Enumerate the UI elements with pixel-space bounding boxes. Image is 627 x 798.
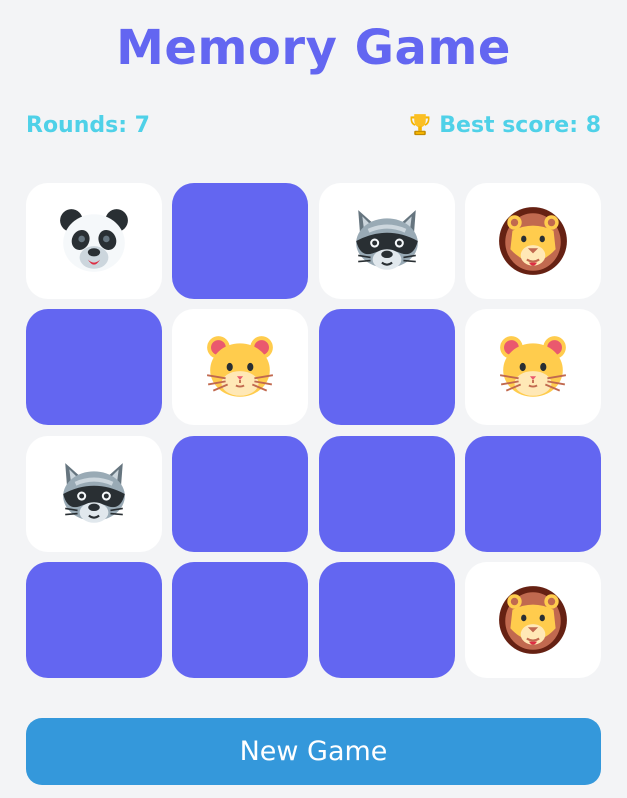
hamster-icon bbox=[207, 336, 274, 398]
card-hamster[interactable] bbox=[172, 309, 309, 426]
lion-icon bbox=[499, 586, 567, 654]
card-hidden[interactable] bbox=[26, 309, 162, 426]
stats-bar: Rounds: 7 Best score: 8 bbox=[26, 110, 601, 140]
card-raccoon[interactable] bbox=[26, 435, 162, 552]
card-lion[interactable] bbox=[464, 183, 601, 299]
page-title: Memory Game bbox=[116, 20, 511, 76]
lion-icon bbox=[499, 207, 567, 275]
raccoon-icon bbox=[63, 462, 125, 523]
card-hidden[interactable] bbox=[26, 561, 162, 678]
new-game-button[interactable]: New Game bbox=[26, 718, 601, 785]
hamster-icon bbox=[499, 336, 567, 398]
card-raccoon[interactable] bbox=[318, 183, 455, 299]
best-score: Best score: 8 bbox=[407, 112, 601, 138]
best-score-label: Best score: 8 bbox=[439, 112, 601, 138]
card-lion[interactable] bbox=[464, 561, 601, 678]
card-hidden[interactable] bbox=[318, 561, 455, 678]
panda-icon bbox=[60, 209, 128, 272]
card-grid bbox=[26, 183, 601, 678]
trophy-icon bbox=[410, 114, 430, 136]
card-panda[interactable] bbox=[26, 183, 162, 299]
card-hamster[interactable] bbox=[464, 309, 601, 426]
card-hidden[interactable] bbox=[172, 561, 309, 678]
rounds-counter: Rounds: 7 bbox=[26, 112, 150, 138]
card-hidden[interactable] bbox=[318, 309, 455, 426]
card-hidden[interactable] bbox=[318, 435, 455, 552]
card-hidden[interactable] bbox=[172, 435, 309, 552]
raccoon-icon bbox=[355, 210, 418, 270]
card-hidden[interactable] bbox=[464, 435, 601, 552]
card-hidden[interactable] bbox=[172, 183, 309, 299]
